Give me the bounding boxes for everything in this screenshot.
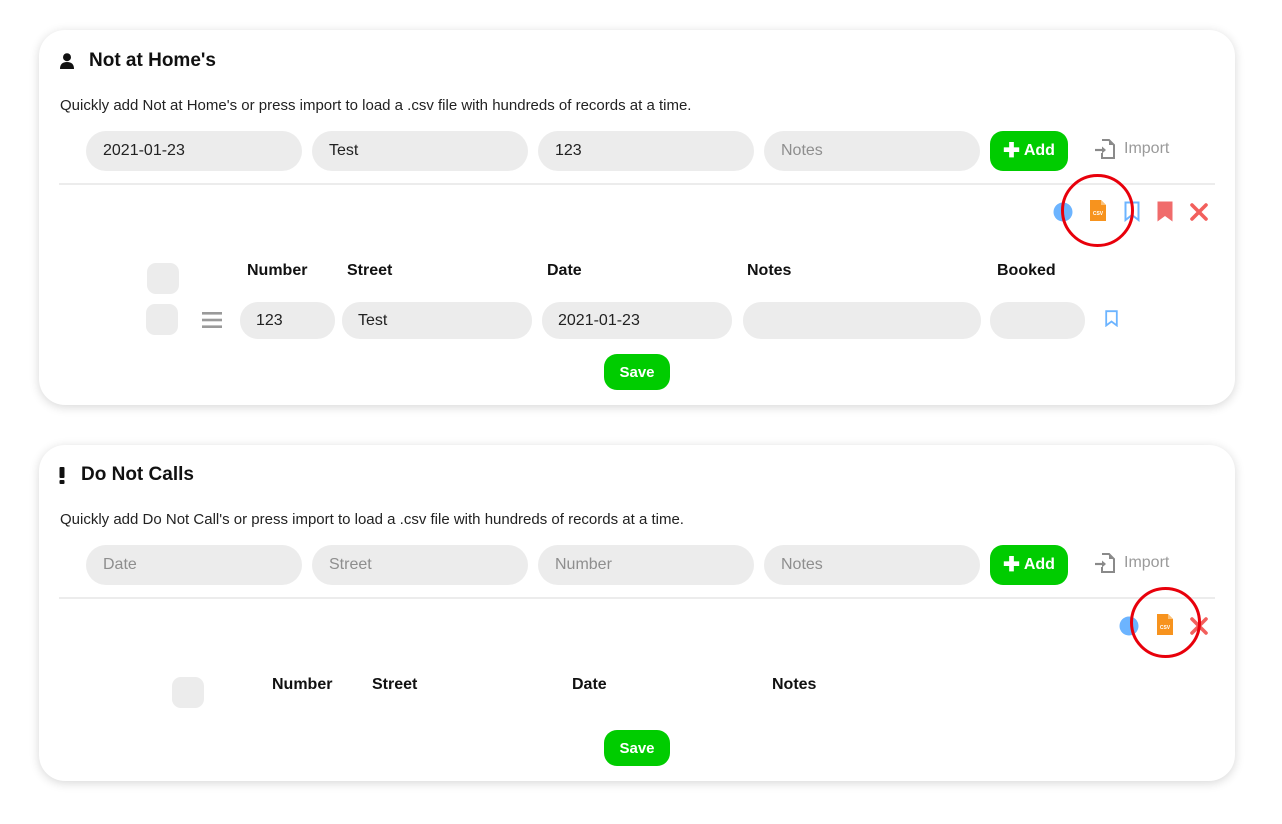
notes-input[interactable]	[764, 131, 980, 171]
info-icon[interactable]	[1053, 202, 1073, 222]
notes-input[interactable]	[764, 545, 980, 585]
row-number-cell[interactable]: 123	[240, 302, 335, 339]
bookmark-filled-icon[interactable]	[1157, 201, 1173, 222]
do-not-calls-card: Do Not Calls Quickly add Do Not Call's o…	[39, 445, 1235, 781]
select-all-checkbox[interactable]	[147, 263, 179, 294]
number-input[interactable]	[538, 545, 754, 585]
column-header-notes: Notes	[747, 262, 792, 279]
column-header-street: Street	[372, 676, 418, 693]
save-button[interactable]: Save	[604, 354, 670, 390]
plus-icon: ✚	[1003, 554, 1020, 576]
add-button-label: Add	[1023, 142, 1055, 159]
import-icon	[1095, 139, 1115, 159]
number-input[interactable]	[538, 131, 754, 171]
card-description: Quickly add Do Not Call's or press impor…	[60, 511, 684, 528]
close-icon[interactable]	[1190, 203, 1208, 221]
svg-text:CSV: CSV	[1160, 625, 1171, 631]
column-header-date: Date	[572, 676, 607, 693]
card-title: Do Not Calls	[81, 464, 194, 485]
csv-file-icon[interactable]: CSV	[1157, 614, 1173, 635]
card-description: Quickly add Not at Home's or press impor…	[60, 97, 692, 114]
row-bookmark-icon[interactable]	[1105, 310, 1118, 327]
import-button[interactable]: Import	[1094, 548, 1169, 578]
column-header-street: Street	[347, 262, 393, 279]
import-button-label: Import	[1124, 140, 1170, 157]
info-icon[interactable]	[1119, 616, 1139, 636]
plus-icon: ✚	[1003, 140, 1020, 162]
add-button-label: Add	[1023, 556, 1055, 573]
street-input[interactable]	[312, 545, 528, 585]
add-button[interactable]: ✚ Add	[990, 131, 1068, 171]
svg-text:CSV: CSV	[1093, 211, 1104, 217]
exclamation-icon	[59, 467, 65, 484]
date-input[interactable]	[86, 131, 302, 171]
person-icon	[60, 53, 74, 69]
select-all-checkbox[interactable]	[172, 677, 204, 708]
close-icon[interactable]	[1190, 617, 1208, 635]
not-at-homes-card: Not at Home's Quickly add Not at Home's …	[39, 30, 1235, 405]
bookmark-outline-icon[interactable]	[1124, 201, 1140, 222]
column-header-number: Number	[247, 262, 308, 279]
divider	[59, 597, 1215, 599]
column-header-number: Number	[272, 676, 333, 693]
row-date-cell[interactable]: 2021-01-23	[542, 302, 732, 339]
import-icon	[1095, 553, 1115, 573]
street-input[interactable]	[312, 131, 528, 171]
drag-handle-icon[interactable]	[202, 311, 222, 329]
divider	[59, 183, 1215, 185]
column-header-booked: Booked	[997, 262, 1056, 279]
import-button-label: Import	[1124, 554, 1170, 571]
card-title: Not at Home's	[89, 50, 216, 71]
row-checkbox[interactable]	[146, 304, 178, 335]
csv-file-icon[interactable]: CSV	[1090, 200, 1106, 221]
date-input[interactable]	[86, 545, 302, 585]
row-notes-cell[interactable]	[743, 302, 981, 339]
save-button[interactable]: Save	[604, 730, 670, 766]
column-header-date: Date	[547, 262, 582, 279]
column-header-notes: Notes	[772, 676, 817, 693]
import-button[interactable]: Import	[1094, 134, 1169, 164]
add-button[interactable]: ✚ Add	[990, 545, 1068, 585]
row-booked-cell[interactable]	[990, 302, 1085, 339]
row-street-cell[interactable]: Test	[342, 302, 532, 339]
